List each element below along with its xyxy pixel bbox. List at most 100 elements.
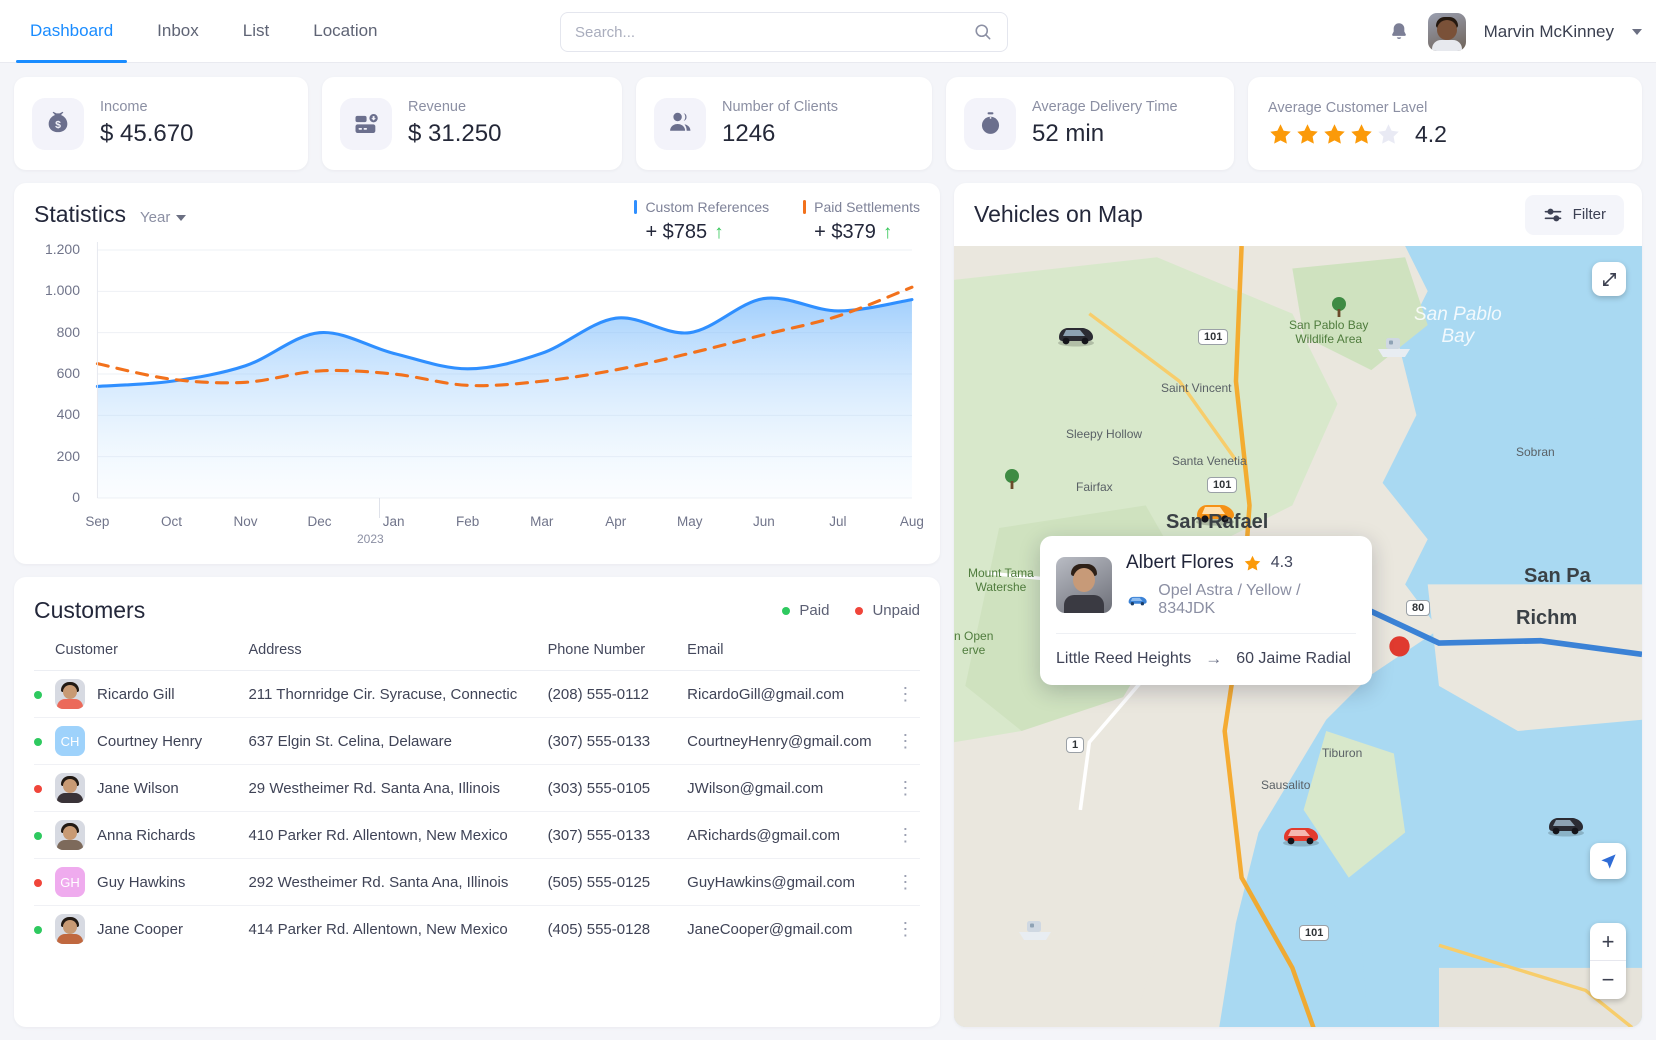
star-icon-4 [1351,123,1372,144]
star-icon-3 [1324,123,1345,144]
status-dot-unpaid [34,784,42,793]
row-actions[interactable]: ⋮ [890,717,920,765]
avatar: GH [55,867,86,897]
row-actions[interactable]: ⋮ [890,764,920,812]
tab-location-label: Location [313,21,378,40]
row-actions[interactable]: ⋮ [890,811,920,859]
tab-inbox[interactable]: Inbox [135,0,221,63]
tab-dashboard-label: Dashboard [30,21,114,40]
legend-swatch [803,200,807,214]
kebab-menu-icon[interactable]: ⋮ [891,685,920,703]
route-shield: 101 [1198,329,1229,345]
stat-card-income[interactable]: $ Income $ 45.670 [14,77,308,170]
period-selector[interactable]: Year [140,209,187,226]
row-customer: Jane Wilson [55,764,249,812]
customers-header: Customers Paid Unpaid [34,597,920,624]
vehicle-marker-car-2[interactable] [1544,811,1588,837]
vehicle-marker-car-1[interactable] [1054,321,1098,347]
legend-label: Paid Settlements [814,199,920,215]
map-viewport[interactable]: San Pablo Bay Wildlife Area San Pablo Bay… [954,246,1642,1027]
kebab-menu-icon[interactable]: ⋮ [891,732,920,750]
row-actions[interactable]: ⋮ [890,670,920,718]
row-email: JWilson@gmail.com [687,764,891,812]
route-destination: 60 Jaime Radial [1236,650,1351,667]
x-axis-tick: Oct [160,514,182,529]
star-icon [1244,555,1260,570]
route-shield: 1 [1066,737,1085,753]
customer-name: Jane Wilson [97,779,179,797]
row-phone: (307) 555-0133 [547,811,688,859]
avatar[interactable] [1427,12,1466,51]
search-icon[interactable] [973,22,993,42]
status-dot-paid [34,831,42,840]
boat-marker-1[interactable] [1374,331,1414,361]
bell-icon[interactable] [1388,20,1410,44]
table-row[interactable]: GH Guy Hawkins 292 Westheimer Rd. Santa An… [34,858,920,906]
trend-up-icon: ↑ [714,222,724,243]
kebab-menu-icon[interactable]: ⋮ [891,873,920,891]
kebab-menu-icon[interactable]: ⋮ [891,779,920,797]
search-box[interactable] [560,12,1008,52]
row-email: RicardoGill@gmail.com [687,670,891,718]
stat-card-customer-level[interactable]: Average Customer Lavel 4.2 [1248,77,1642,170]
table-row[interactable]: Ricardo Gill 211 Thornridge Cir. Syracuse… [34,670,920,718]
expand-map-button[interactable] [1592,262,1626,296]
stat-card-clients[interactable]: Number of Clients 1246 [636,77,932,170]
user-name[interactable]: Marvin McKinney [1484,22,1614,42]
star-icon-5 [1378,123,1399,144]
row-address: 211 Thornridge Cir. Syracuse, Connectic [248,670,548,718]
zoom-in-button[interactable]: + [1590,923,1626,961]
y-axis-tick: 0 [72,489,80,505]
star-icon-1 [1270,123,1291,144]
row-phone: (303) 555-0105 [547,764,688,812]
zoom-controls[interactable]: + − [1590,923,1626,999]
map-label: Richm [1516,607,1578,629]
row-actions[interactable]: ⋮ [890,905,920,953]
row-customer: Anna Richards [55,811,249,859]
payment-status-legend: Paid Unpaid [782,602,920,619]
boat-marker-2[interactable] [1014,914,1056,944]
legend-paid-label: Paid [799,602,830,619]
status-dot-paid [782,606,791,615]
chart-legend: Custom References + $785 ↑ Paid Settleme… [634,199,920,244]
table-row[interactable]: Jane Wilson 29 Westheimer Rd. Santa Ana, … [34,764,920,812]
kebab-menu-icon[interactable]: ⋮ [891,826,920,844]
table-row[interactable]: CH Courtney Henry 637 Elgin St. Celina, De… [34,717,920,765]
vehicle-info-popup[interactable]: Albert Flores 4.3 Opel Astra / Yellow / … [1040,536,1372,685]
row-email: ARichards@gmail.com [687,811,891,859]
y-axis-tick: 400 [56,406,80,423]
map-label: Sobran [1516,445,1555,459]
chevron-down-icon[interactable] [176,214,187,221]
row-address: 29 Westheimer Rd. Santa Ana, Illinois [248,764,548,812]
kebab-menu-icon[interactable]: ⋮ [891,920,920,938]
customer-name: Jane Cooper [97,920,183,938]
row-actions[interactable]: ⋮ [890,858,920,906]
locate-button[interactable] [1590,843,1626,879]
stat-card-delivery-time[interactable]: Average Delivery Time 52 min [946,77,1234,170]
y-axis-tick: 800 [56,323,80,340]
chevron-down-icon[interactable] [1632,28,1642,35]
map-label: n Open erve [954,629,994,657]
table-row[interactable]: Anna Richards 410 Parker Rd. Allentown, N… [34,811,920,859]
filter-button[interactable]: Filter [1524,194,1624,235]
x-axis-tick: Nov [233,514,258,529]
zoom-out-button[interactable]: − [1590,961,1626,999]
stat-value: $ 31.250 [408,120,502,147]
year-label: 2023 [357,532,384,546]
stat-cards-row: $ Income $ 45.670 Revenue $ 31.250 Numbe… [0,63,1656,170]
svg-text:$: $ [55,119,61,131]
stat-card-revenue[interactable]: Revenue $ 31.250 [322,77,622,170]
search-input[interactable] [575,23,973,41]
tab-list[interactable]: List [221,0,291,63]
legend-paid: Paid [782,602,829,619]
tab-location[interactable]: Location [291,0,399,63]
table-row[interactable]: Jane Cooper 414 Parker Rd. Allentown, New… [34,905,920,953]
row-phone: (307) 555-0133 [547,717,688,765]
tab-dashboard[interactable]: Dashboard [8,0,135,63]
map-label: San Pablo Bay [1414,304,1502,347]
x-axis-tick: Jul [829,514,847,529]
vehicle-marker-car-red[interactable] [1279,821,1323,847]
legend-unpaid: Unpaid [855,602,920,619]
row-phone: (208) 555-0112 [547,670,688,718]
status-dot-paid [34,690,42,699]
